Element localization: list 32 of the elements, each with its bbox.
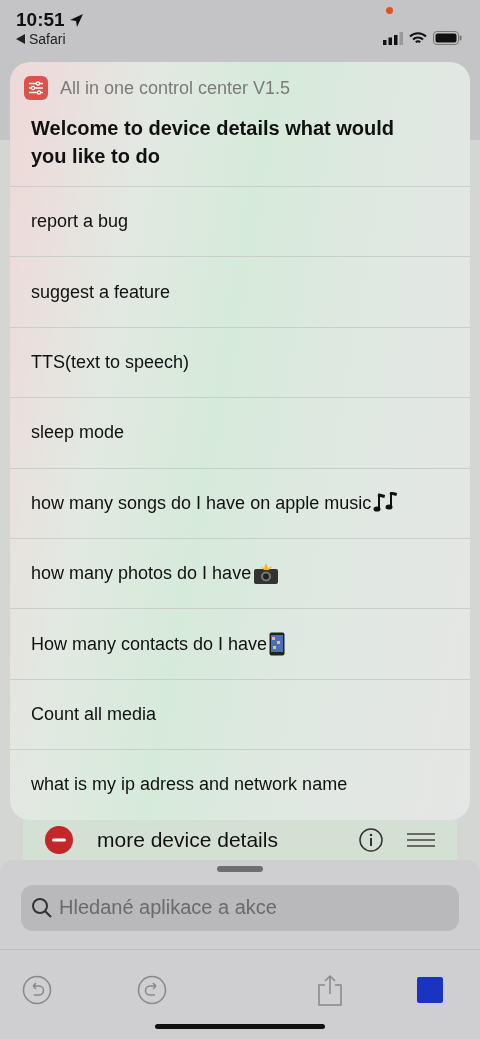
redo-button[interactable] [137, 974, 167, 1005]
menu-option[interactable]: how many photos do I have [10, 538, 470, 610]
sheet-grabber[interactable] [217, 865, 263, 872]
menu-option[interactable]: what is my ip adress and network name [10, 750, 470, 820]
dialog-prompt: Welcome to device details what would you like to do [30, 116, 396, 169]
clock-time: 10:51 [16, 9, 65, 31]
back-link[interactable]: Safari [29, 31, 66, 47]
signal-icon [383, 31, 403, 45]
menu-option[interactable]: sleep mode [10, 398, 470, 469]
menu-option[interactable]: how many songs do I have on apple music [10, 468, 470, 539]
music-notes-icon [373, 492, 400, 515]
undo-button[interactable] [22, 974, 52, 1005]
menu-option[interactable]: suggest a feature [10, 257, 470, 328]
sliders-icon [24, 76, 48, 100]
remove-icon[interactable] [45, 825, 73, 854]
stop-button[interactable] [417, 976, 443, 1003]
phone-icon [269, 632, 286, 657]
location-arrow-icon [68, 12, 84, 28]
wifi-icon [409, 31, 427, 45]
battery-icon [433, 31, 462, 45]
menu-option[interactable]: Count all media [10, 679, 470, 751]
back-arrow-icon[interactable] [16, 34, 25, 44]
recording-dot [386, 7, 393, 14]
menu-option[interactable]: TTS(text to speech) [10, 327, 470, 399]
action-title: more device details [97, 827, 279, 852]
menu-option[interactable]: How many contacts do I have [10, 609, 470, 680]
app-title: All in one control center V1.5 [60, 77, 291, 99]
info-icon[interactable] [359, 827, 383, 852]
search-icon [31, 896, 53, 919]
menu-option[interactable]: report a bug [10, 187, 470, 258]
camera-flash-icon [253, 562, 280, 585]
drag-handle-icon[interactable] [407, 831, 435, 848]
